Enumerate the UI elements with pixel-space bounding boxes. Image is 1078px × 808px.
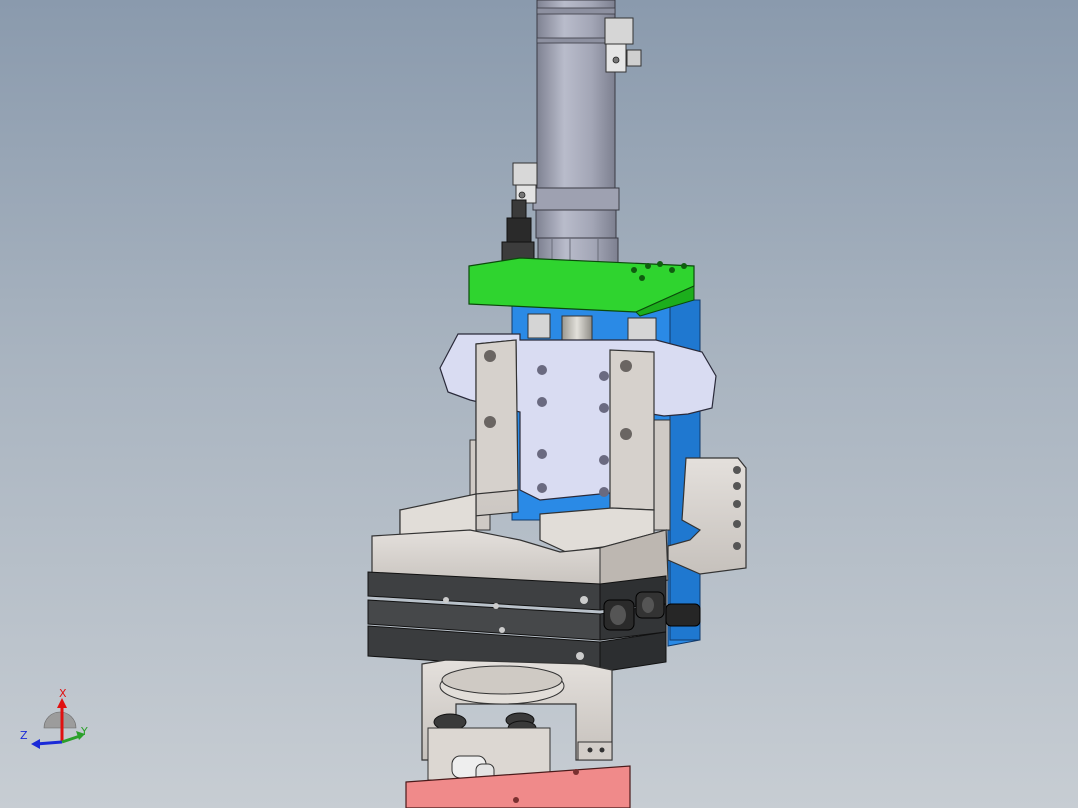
orientation-triad[interactable]: X Z Y bbox=[18, 686, 98, 752]
cad-assembly-model[interactable] bbox=[0, 0, 1078, 808]
green-mounting-plate[interactable] bbox=[468, 257, 695, 317]
axis-z-label: Z bbox=[20, 729, 28, 742]
axis-x-label: X bbox=[59, 687, 67, 700]
3d-graphics-viewport[interactable]: X Z Y bbox=[0, 0, 1078, 808]
triad-graphic bbox=[31, 698, 85, 749]
lower-rotary-assembly[interactable] bbox=[421, 659, 613, 781]
sensor-clamp-upper[interactable] bbox=[604, 17, 642, 73]
pneumatic-fitting-black[interactable] bbox=[501, 199, 535, 265]
axis-y-label: Y bbox=[81, 725, 88, 738]
sensor-clamp-lower[interactable] bbox=[512, 162, 538, 204]
